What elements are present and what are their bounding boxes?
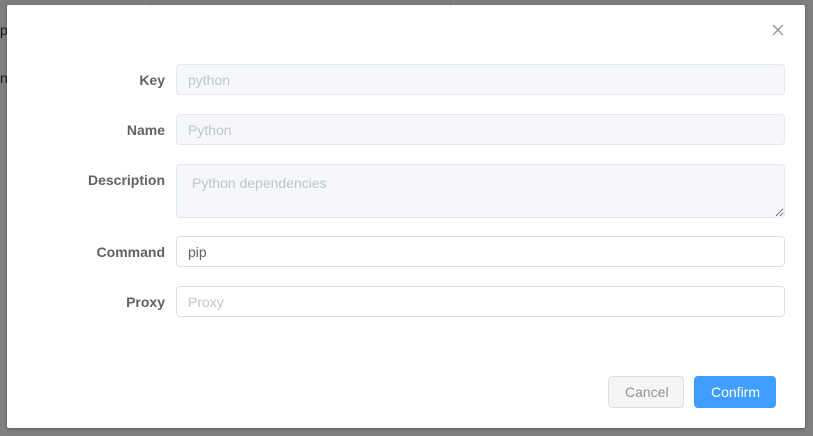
key-label: Key	[139, 72, 165, 88]
confirm-button[interactable]: Confirm	[694, 376, 776, 408]
close-icon	[772, 24, 784, 36]
proxy-label: Proxy	[126, 294, 165, 310]
dialog-footer: Cancel Confirm	[608, 376, 776, 408]
key-input[interactable]	[176, 64, 785, 95]
command-input[interactable]	[176, 236, 785, 267]
name-label: Name	[126, 122, 165, 138]
command-label: Command	[96, 244, 165, 260]
description-textarea[interactable]: Python dependencies	[176, 164, 785, 218]
name-input[interactable]	[176, 114, 785, 145]
edit-dependency-dialog: Key Name Description Python dependencies…	[7, 5, 805, 428]
cancel-button[interactable]: Cancel	[608, 376, 684, 408]
proxy-input[interactable]	[176, 286, 785, 317]
close-button[interactable]	[771, 23, 787, 39]
description-label: Description	[87, 172, 165, 188]
